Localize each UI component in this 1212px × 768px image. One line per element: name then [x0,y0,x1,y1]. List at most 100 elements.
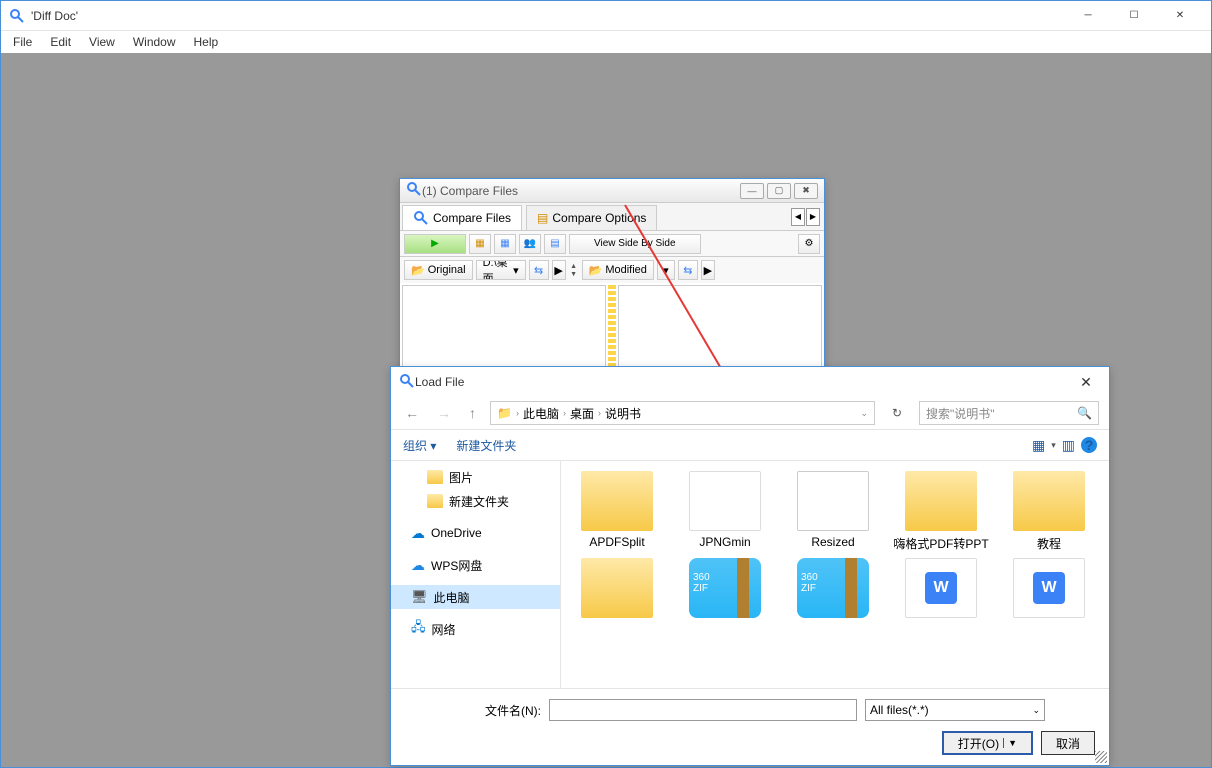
folder-thumb [905,471,977,531]
filename-label: 文件名(N): [485,702,541,719]
compare-tab-row: Compare Files ▤ Compare Options ◀ ▶ [400,203,824,231]
original-open-button[interactable]: 📂Original [404,260,473,280]
resize-grip[interactable] [1095,751,1107,763]
folder-thumb [581,558,653,618]
menu-edit[interactable]: Edit [42,33,79,51]
compare-toolbar: ▶ ▦ ▦ 👥 ▤ View Side By Side ⚙ [400,231,824,257]
search-input[interactable]: 搜索"说明书" 🔍 [919,401,1099,425]
nav-right-small[interactable]: ▶ [552,260,566,280]
menu-window[interactable]: Window [125,33,184,51]
tree-new-folder[interactable]: 新建文件夹 [391,489,560,513]
tree-onedrive[interactable]: ☁OneDrive [391,521,560,545]
menu-bar: File Edit View Window Help [1,31,1211,53]
modified-path-dropdown[interactable]: ▾ [657,260,675,280]
compare-files-icon [413,210,429,226]
file-item[interactable]: 教程 [1001,471,1097,552]
file-item[interactable] [893,558,989,618]
tab-compare-options[interactable]: ▤ Compare Options [526,205,657,230]
menu-help[interactable]: Help [186,33,227,51]
tab-nav-left[interactable]: ◀ [791,208,805,226]
view-thumbnails-icon[interactable]: ▦ [1032,437,1045,454]
child-close-button[interactable]: ✖ [794,183,818,199]
file-item[interactable] [1001,558,1097,618]
toolbar-btn-4[interactable]: ▤ [544,234,566,254]
tab-compare-files-label: Compare Files [433,211,511,225]
file-item[interactable] [677,558,773,618]
pc-icon: 🖥 [411,589,428,605]
zip-thumb [797,558,869,618]
dialog-title: Load File [415,375,464,389]
file-item[interactable]: APDFSplit [569,471,665,552]
filetype-filter[interactable]: All files(*.*)⌄ [865,699,1045,721]
tree-this-pc[interactable]: 🖥此电脑 [391,585,560,609]
tree-pictures[interactable]: 图片 [391,465,560,489]
crumb-this-pc[interactable]: 此电脑 [523,405,559,422]
crumb-desktop[interactable]: 桌面 [570,405,594,422]
tab-nav-right[interactable]: ▶ [806,208,820,226]
compare-title-bar[interactable]: (1) Compare Files — ▢ ✖ [400,179,824,203]
swap-button-right[interactable]: ⇆ [678,260,698,280]
tab-compare-files[interactable]: Compare Files [402,205,522,230]
filename-input[interactable] [549,699,857,721]
view-details-icon[interactable]: ▥ [1062,437,1075,454]
crumb-current[interactable]: 说明书 [605,405,641,422]
word-thumb [905,558,977,618]
new-folder-button[interactable]: 新建文件夹 [456,437,516,454]
menu-file[interactable]: File [5,33,40,51]
file-item[interactable]: Resized [785,471,881,552]
tree-wps[interactable]: ☁WPS网盘 [391,553,560,577]
file-path-row: 📂Original D:\桌面 ▾ ⇆ ▶ ▲▼ 📂Modified ▾ ⇆ ▶ [400,257,824,283]
child-minimize-button[interactable]: — [740,183,764,199]
options-icon: ▤ [537,211,548,225]
network-icon: 🖧 [411,618,426,640]
file-grid[interactable]: APDFSplit JPNGmin Resized 嗨格式PDF转PPT 教程 [561,461,1109,688]
open-button[interactable]: 打开(O)▼ [942,731,1033,755]
toolbar-btn-1[interactable]: ▦ [469,234,491,254]
close-button[interactable]: ✕ [1157,1,1203,31]
file-item[interactable]: JPNGmin [677,471,773,552]
dialog-title-bar[interactable]: Load File ✕ [391,367,1109,397]
view-side-by-side-button[interactable]: View Side By Side [569,234,701,254]
refresh-button[interactable]: ↻ [885,406,909,420]
folder-icon [427,494,443,508]
tab-nav-arrows: ◀ ▶ [787,203,824,230]
organize-button[interactable]: 组织 ▾ [403,437,436,454]
dialog-bottom-panel: 文件名(N): All files(*.*)⌄ 打开(O)▼ 取消 [391,688,1109,765]
settings-button[interactable]: ⚙ [798,234,820,254]
tree-network[interactable]: 🖧网络 [391,617,560,641]
file-item[interactable]: 嗨格式PDF转PPT [893,471,989,552]
folder-thumb [797,471,869,531]
file-item[interactable] [785,558,881,618]
title-bar: 'Diff Doc' ─ ☐ ✕ [1,1,1211,31]
minimize-button[interactable]: ─ [1065,1,1111,31]
search-placeholder: 搜索"说明书" [926,405,995,422]
help-icon[interactable]: ? [1081,437,1097,453]
cancel-button[interactable]: 取消 [1041,731,1095,755]
window-title: 'Diff Doc' [31,9,1065,23]
folder-thumb [581,471,653,531]
maximize-button[interactable]: ☐ [1111,1,1157,31]
run-compare-button[interactable]: ▶ [404,234,466,254]
toolbar-btn-2[interactable]: ▦ [494,234,516,254]
filename-row: 文件名(N): All files(*.*)⌄ [405,699,1095,721]
dialog-close-button[interactable]: ✕ [1071,367,1101,397]
compare-icon [406,181,422,200]
dialog-button-row: 打开(O)▼ 取消 [405,731,1095,755]
nav-forward-button[interactable]: → [433,405,455,421]
file-item[interactable] [569,558,665,618]
menu-view[interactable]: View [81,33,123,51]
nav-up-button[interactable]: ↑ [465,405,480,421]
tab-compare-options-label: Compare Options [552,211,646,225]
modified-open-button[interactable]: 📂Modified [582,260,654,280]
app-icon [9,8,25,24]
toolbar-btn-3[interactable]: 👥 [519,234,541,254]
nav-back-button[interactable]: ← [401,405,423,421]
original-path-input[interactable]: D:\桌面 ▾ [476,260,526,280]
breadcrumb[interactable]: 📁 › 此电脑 › 桌面 › 说明书 ⌄ [490,401,875,425]
nav-right-small-2[interactable]: ▶ [701,260,715,280]
child-maximize-button[interactable]: ▢ [767,183,791,199]
folder-icon: 📂 [411,264,425,277]
load-file-dialog: Load File ✕ ← → ↑ 📁 › 此电脑 › 桌面 › 说明书 ⌄ [390,366,1110,766]
window-controls: ─ ☐ ✕ [1065,1,1203,31]
swap-button[interactable]: ⇆ [529,260,549,280]
